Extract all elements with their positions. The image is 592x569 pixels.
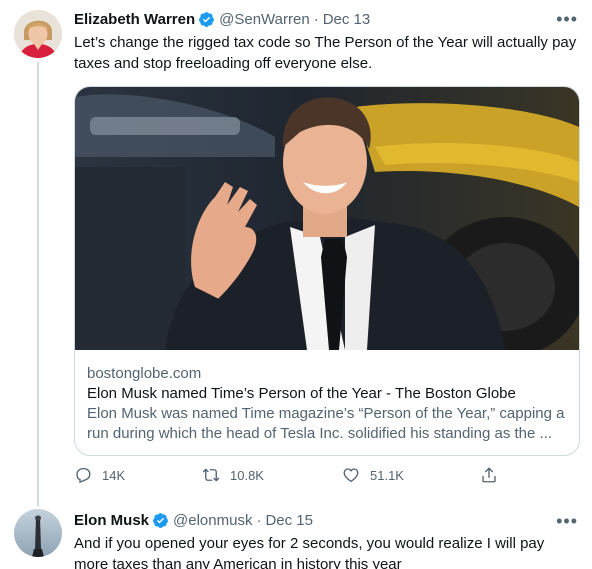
tweet-date[interactable]: Dec 13 [323,11,371,28]
tweet-header: Elizabeth Warren @SenWarren · Dec 13 [74,11,370,28]
author-name[interactable]: Elon Musk [74,512,149,529]
tweet-text: Let’s change the rigged tax code so The … [74,34,577,72]
separator-dot: · [256,512,262,529]
tweet-actions: 14K 10.8K 51.1K [74,466,504,490]
like-count: 51.1K [370,467,404,483]
thread-connector-line [37,62,39,506]
card-image[interactable] [75,87,579,350]
share-icon [482,467,496,483]
card-body: bostonglobe.com Elon Musk named Time’s P… [87,364,569,444]
tweet-date[interactable]: Dec 15 [265,512,313,529]
link-card[interactable]: bostonglobe.com Elon Musk named Time’s P… [74,86,580,456]
card-title: Elon Musk named Time’s Person of the Yea… [87,385,516,402]
avatar[interactable] [14,509,62,557]
like-icon [343,468,359,483]
verified-badge-icon [153,513,168,528]
like-button[interactable]: 51.1K [342,466,404,484]
card-description: Elon Musk was named Time magazine’s “Per… [87,405,565,442]
avatar-elon-musk-image [14,509,62,557]
reply-count: 14K [102,467,126,483]
verified-badge-icon [199,12,215,27]
avatar[interactable] [14,10,62,58]
retweet-count: 10.8K [230,467,264,483]
reply-icon [76,467,91,484]
author-name[interactable]: Elizabeth Warren [74,11,195,28]
retweet-icon [202,468,220,482]
tweet-header: Elon Musk @elonmusk · Dec 15 [74,512,313,529]
avatar-elizabeth-warren-image [14,10,62,58]
separator-dot: · [313,11,319,28]
share-button[interactable] [480,466,508,484]
card-photo-elon-musk [75,87,579,350]
reply-button[interactable]: 14K [74,466,125,484]
author-handle[interactable]: @SenWarren [219,11,310,28]
tweet-text: And if you opened your eyes for 2 second… [74,535,545,569]
more-icon[interactable]: ••• [556,512,578,530]
more-icon[interactable]: ••• [556,10,578,28]
card-domain: bostonglobe.com [87,365,202,382]
retweet-button[interactable]: 10.8K [202,466,264,484]
author-handle[interactable]: @elonmusk [173,512,252,529]
